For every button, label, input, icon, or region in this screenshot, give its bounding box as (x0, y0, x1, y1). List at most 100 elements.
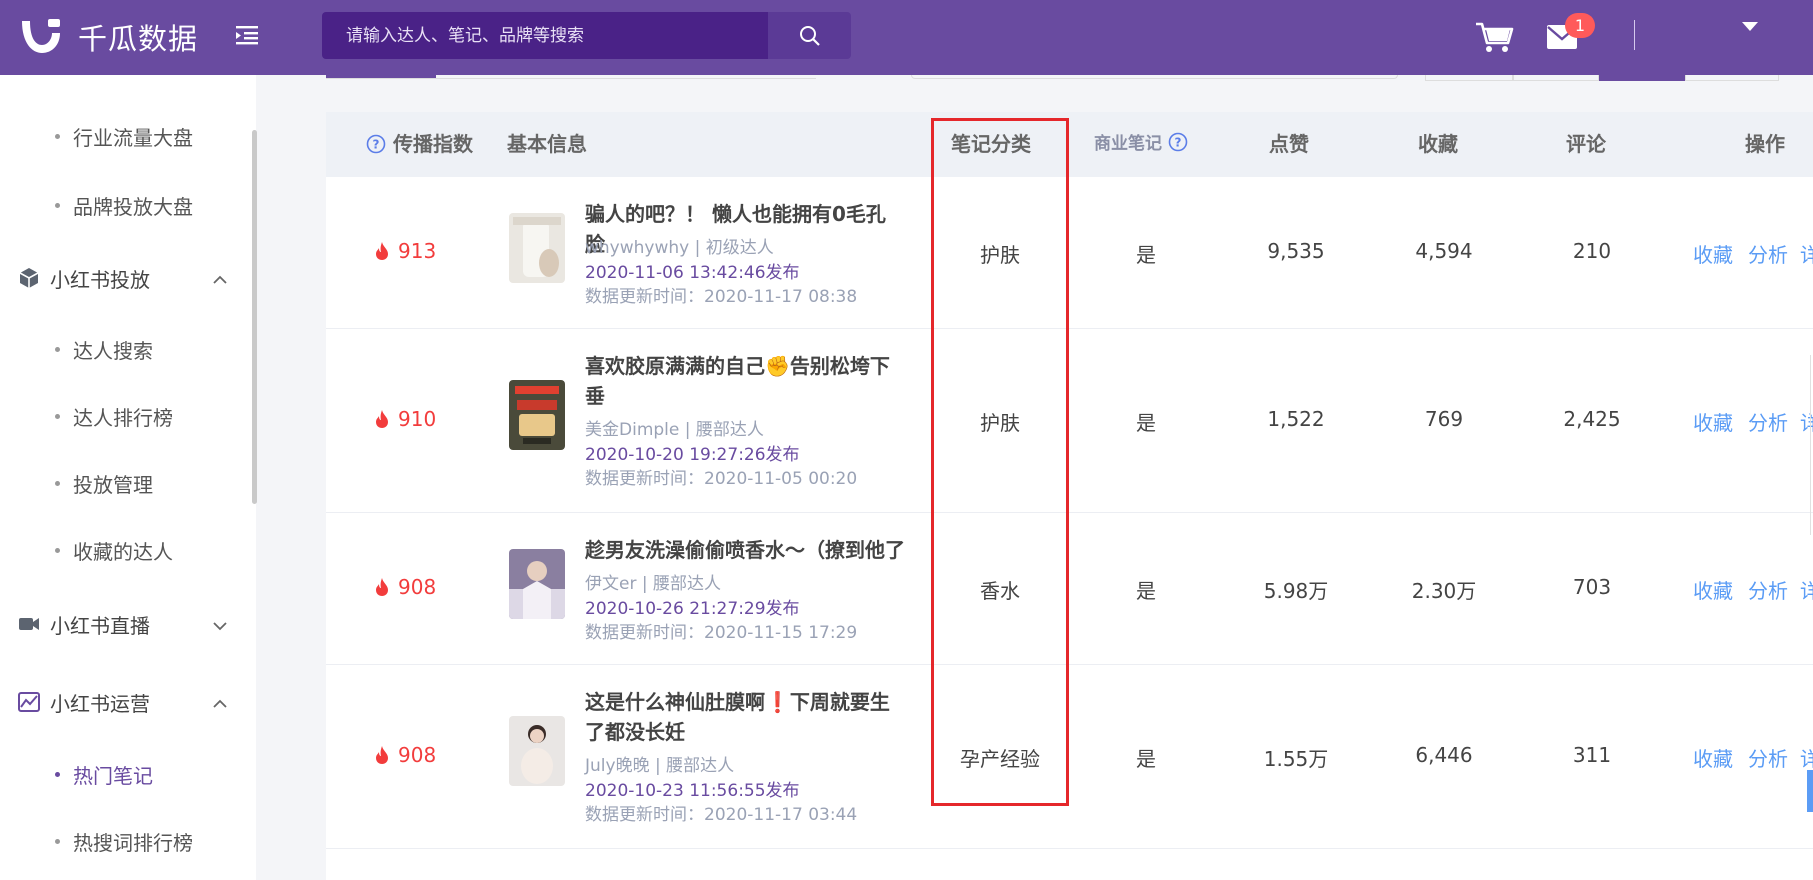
sidebar-item-hot-notes[interactable]: 热门笔记 (55, 760, 153, 789)
note-update-time: 数据更新时间：2020-11-05 00:20 (585, 469, 858, 489)
commercial-flag: 是 (1136, 747, 1156, 771)
video-icon (18, 613, 40, 635)
sidebar-item-favorite-kols[interactable]: 收藏的达人 (55, 536, 173, 565)
spread-index: 910 (374, 407, 436, 431)
global-search (322, 12, 768, 59)
note-thumbnail[interactable] (509, 380, 565, 450)
commercial-flag: 是 (1136, 579, 1156, 603)
spread-index: 908 (374, 575, 436, 599)
bullet-icon (55, 347, 60, 352)
cube-icon (18, 267, 40, 289)
sidebar-item-industry-traffic[interactable]: 行业流量大盘 (55, 122, 193, 151)
note-author[interactable]: whywhywhy | 初级达人 (585, 233, 774, 258)
collects-count: 6,446 (1415, 743, 1473, 767)
note-thumbnail[interactable] (509, 549, 565, 619)
sidebar-item-placement-management[interactable]: 投放管理 (55, 469, 153, 498)
note-publish-time: 2020-10-26 21:27:29发布 (585, 599, 800, 619)
filter-button[interactable] (1425, 75, 1513, 81)
fire-icon (376, 578, 388, 596)
sidebar-item-kol-ranking[interactable]: 达人排行榜 (55, 402, 173, 431)
search-button[interactable] (768, 12, 851, 59)
analyze-link[interactable]: 分析 (1748, 239, 1788, 268)
commercial-flag: 是 (1136, 411, 1156, 435)
note-title[interactable]: 喜欢胶原满满的自己✊告别松垮下垂 (585, 351, 905, 411)
menu-collapse-icon[interactable] (234, 22, 260, 48)
analyze-link[interactable]: 分析 (1748, 743, 1788, 772)
bullet-icon (55, 839, 60, 844)
collects-count: 4,594 (1415, 239, 1473, 263)
note-update-time: 数据更新时间：2020-11-17 03:44 (585, 805, 858, 825)
sidebar-item-label: 热搜词排行榜 (73, 831, 193, 855)
collects-count: 769 (1424, 407, 1464, 431)
sidebar-item-label: 投放管理 (73, 473, 153, 497)
floating-side-tab[interactable] (1807, 770, 1813, 812)
collect-link[interactable]: 收藏 (1693, 239, 1733, 268)
search-input[interactable] (322, 12, 768, 59)
col-basic-info: 基本信息 (507, 132, 587, 156)
table-row: 913 骗人的吧？！ 懒人也能拥有0毛孔脸 whywhywhy | 初级达人 2… (326, 177, 1813, 329)
sidebar-group-operations[interactable]: 小红书运营 (18, 687, 228, 717)
comments-count: 210 (1572, 239, 1612, 263)
likes-count: 1.55万 (1263, 747, 1329, 771)
col-likes[interactable]: 点赞 (1269, 112, 1309, 177)
collect-link[interactable]: 收藏 (1693, 743, 1733, 772)
sidebar-group-placement[interactable]: 小红书投放 (18, 263, 228, 293)
note-update-time: 数据更新时间：2020-11-15 17:29 (585, 623, 858, 643)
note-thumbnail[interactable] (509, 716, 565, 786)
bullet-icon (55, 203, 60, 208)
table-row: 908 这是什么神仙肚膜啊❗下周就要生了都没长妊 July晚晚 | 腰部达人 2… (326, 665, 1813, 849)
likes-count: 1,522 (1267, 407, 1325, 431)
chevron-down-icon (212, 615, 228, 631)
logo[interactable]: 千瓜数据 (18, 16, 198, 58)
filter-button[interactable] (1685, 75, 1779, 81)
sidebar-group-label: 小红书运营 (50, 691, 150, 716)
note-update-time: 数据更新时间：2020-11-17 08:38 (585, 287, 858, 307)
collect-link[interactable]: 收藏 (1693, 575, 1733, 604)
fire-icon (376, 746, 388, 764)
svg-text:?: ? (373, 138, 380, 152)
note-title[interactable]: 趁男友洗澡偷偷喷香水～（撩到他了 (585, 535, 905, 565)
detail-link[interactable]: 详 (1800, 239, 1813, 268)
comments-count: 703 (1572, 575, 1612, 599)
note-publish-time: 2020-10-20 19:27:26发布 (585, 445, 800, 465)
fire-icon (376, 410, 388, 428)
note-author[interactable]: July晚晚 | 腰部达人 (585, 751, 734, 776)
col-spread-index[interactable]: ? 传播指数 (366, 112, 473, 177)
note-author[interactable]: 美金Dimple | 腰部达人 (585, 415, 764, 440)
sidebar-scrollbar[interactable] (252, 130, 257, 504)
bullet-icon (55, 481, 60, 486)
filter-button[interactable] (1513, 75, 1599, 81)
cart-icon[interactable] (1474, 20, 1514, 54)
user-dropdown-caret-icon[interactable] (1742, 22, 1758, 31)
sidebar-group-live[interactable]: 小红书直播 (18, 609, 228, 639)
detail-link[interactable]: 详 (1800, 575, 1813, 604)
filter-input[interactable] (911, 75, 1398, 79)
sidebar-item-label: 收藏的达人 (73, 540, 173, 564)
help-icon[interactable]: ? (366, 115, 386, 154)
sidebar-item-kol-search[interactable]: 达人搜索 (55, 335, 153, 364)
spread-index: 908 (374, 743, 436, 767)
detail-link[interactable]: 详 (1800, 743, 1813, 772)
sidebar-item-label: 品牌投放大盘 (73, 195, 193, 219)
category-highlight-box (931, 118, 1069, 806)
collect-link[interactable]: 收藏 (1693, 407, 1733, 436)
analyze-link[interactable]: 分析 (1748, 407, 1788, 436)
sidebar-group-label: 小红书直播 (50, 613, 150, 638)
note-thumbnail[interactable] (509, 213, 565, 283)
tab-strip (326, 74, 816, 79)
help-icon[interactable]: ? (1168, 115, 1188, 152)
filter-button-active[interactable] (1599, 75, 1685, 81)
logo-text: 千瓜数据 (78, 22, 199, 56)
table-header: ? 传播指数 基本信息 笔记分类 商业笔记 ? 点赞 收藏 评论 操作 (326, 112, 1813, 177)
col-collects[interactable]: 收藏 (1418, 112, 1458, 177)
sidebar-item-hot-search-ranking[interactable]: 热搜词排行榜 (55, 827, 193, 856)
chevron-up-icon (212, 693, 228, 709)
logo-icon (18, 17, 64, 57)
note-title[interactable]: 这是什么神仙肚膜啊❗下周就要生了都没长妊 (585, 687, 905, 747)
sidebar-item-brand-placement[interactable]: 品牌投放大盘 (55, 191, 193, 220)
note-author[interactable]: 伊文er | 腰部达人 (585, 569, 721, 594)
analyze-link[interactable]: 分析 (1748, 575, 1788, 604)
header-divider (1634, 20, 1635, 50)
likes-count: 9,535 (1267, 239, 1325, 263)
col-comments[interactable]: 评论 (1566, 112, 1606, 177)
